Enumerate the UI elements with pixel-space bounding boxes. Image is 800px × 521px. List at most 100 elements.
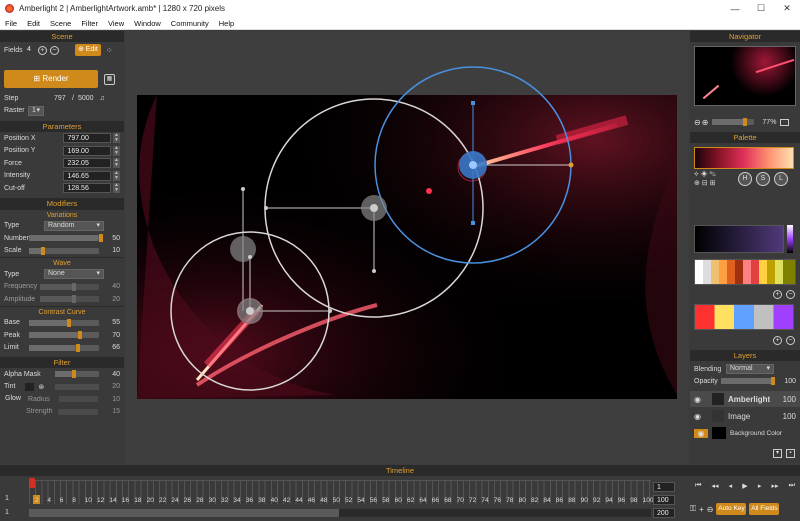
last-frame-icon[interactable]: ⏭ [789, 482, 795, 490]
hue-button[interactable]: H [738, 171, 752, 186]
tint-color-icon[interactable] [24, 382, 35, 391]
radius-slider[interactable] [59, 396, 99, 403]
delete-layer-icon[interactable]: ▪ [786, 449, 795, 458]
timeline-tick-label: 78 [506, 497, 514, 504]
add-layer-icon[interactable]: ▾ [773, 449, 782, 458]
add-key-icon[interactable]: + [699, 505, 704, 514]
spin-icon[interactable]: ▲ ▼ [113, 133, 120, 144]
zoom-out-icon[interactable]: ⊖ [694, 118, 701, 127]
navigator-thumbnail[interactable] [694, 46, 796, 106]
wave-type-dropdown[interactable]: None ▾ [44, 269, 104, 280]
spin-icon[interactable]: ▲ ▼ [113, 183, 120, 194]
eye-icon[interactable]: ◉ [694, 395, 708, 404]
zoom-in-icon[interactable]: ⊕ [702, 118, 709, 127]
minimize-button[interactable]: — [722, 4, 748, 14]
next-frame-icon[interactable]: ▸ [758, 482, 762, 490]
timeline-tick-label: 28 [196, 497, 204, 504]
all-fields-button[interactable]: All Fields [749, 503, 780, 515]
field-handle[interactable] [230, 236, 256, 262]
prev-key-icon[interactable]: ◂◂ [712, 482, 719, 490]
param-value[interactable]: 797.00 [63, 133, 112, 144]
grid-icon[interactable]: ▦ [104, 73, 115, 85]
prev-frame-icon[interactable]: ◂ [729, 482, 733, 490]
gradient-bar[interactable] [694, 146, 794, 169]
auto-key-button[interactable]: Auto Key [716, 503, 747, 515]
menu-window[interactable]: Window [129, 19, 166, 28]
base-slider[interactable] [28, 318, 99, 327]
param-value[interactable]: 146.65 [63, 170, 112, 181]
nodes-icon[interactable]: ⁘ [106, 46, 113, 55]
edit-label: Edit [85, 46, 98, 53]
layer-row[interactable]: ◉ Amberlight 100 [690, 391, 800, 407]
menu-help[interactable]: Help [214, 19, 239, 28]
scale-slider[interactable] [28, 246, 99, 255]
first-frame-icon[interactable]: ⏮ [695, 482, 701, 490]
headphones-icon[interactable]: ♫ [100, 95, 105, 102]
param-value[interactable]: 232.05 [63, 158, 112, 169]
gradient-presets[interactable] [694, 304, 794, 330]
amplitude-label: Amplitude [4, 295, 36, 303]
render-button[interactable]: ⊞ Render [4, 70, 98, 88]
palette-tools-icon[interactable]: ⟡ ◈ ✎ ⊕ ⊟ ⊞ [694, 171, 736, 187]
field-handles-overlay[interactable] [126, 31, 688, 463]
blending-dropdown[interactable]: Normal ▾ [726, 364, 774, 375]
frame-field[interactable]: 1 [653, 482, 675, 492]
edit-button[interactable]: ⊕ Edit [74, 44, 101, 56]
tint-slider[interactable] [55, 383, 99, 390]
tint-label: Tint [4, 383, 16, 391]
menu-community[interactable]: Community [166, 19, 214, 28]
minus-icon[interactable]: − [786, 290, 795, 299]
peak-slider[interactable] [28, 331, 99, 340]
fit-icon[interactable] [780, 118, 790, 126]
scroll-thumb[interactable] [29, 509, 339, 517]
variation-type-dropdown[interactable]: Random ▾ [44, 220, 104, 231]
timeline-tick-label: 14 [109, 497, 117, 504]
spin-icon[interactable]: ▲ ▼ [113, 158, 120, 169]
menu-edit[interactable]: Edit [22, 19, 45, 28]
maximize-button[interactable]: ☐ [748, 3, 774, 14]
param-value[interactable]: 128.56 [63, 183, 112, 194]
plus-icon[interactable]: + [773, 290, 782, 299]
total-field[interactable]: 200 [653, 508, 675, 518]
strength-slider[interactable] [58, 408, 98, 415]
menu-filter[interactable]: Filter [76, 19, 103, 28]
spin-icon[interactable]: ▲ ▼ [113, 170, 120, 181]
param-value[interactable]: 169.00 [63, 145, 112, 156]
plus-icon[interactable]: + [37, 45, 47, 55]
fields-value[interactable]: 4 [24, 45, 34, 55]
plus-icon[interactable]: + [773, 336, 782, 345]
hue-strip[interactable] [787, 225, 793, 253]
swatch-grid[interactable] [694, 259, 796, 285]
alpha-mask-slider[interactable] [55, 370, 99, 379]
next-key-icon[interactable]: ▸▸ [771, 482, 778, 490]
play-icon[interactable]: ▶ [742, 482, 747, 490]
layer-row[interactable]: ◉ Background Color [690, 425, 800, 441]
amplitude-slider[interactable] [40, 295, 99, 304]
limit-slider[interactable] [28, 343, 99, 352]
spin-icon[interactable]: ▲ ▼ [113, 145, 120, 156]
color-picker-square[interactable] [694, 225, 784, 253]
frequency-slider[interactable] [40, 282, 99, 291]
minus-icon[interactable]: − [786, 336, 795, 345]
picker-icon[interactable]: ⊛ [38, 383, 55, 391]
timeline-tick-label: 54 [357, 497, 365, 504]
lightness-button[interactable]: L [774, 171, 788, 186]
opacity-slider[interactable] [721, 377, 776, 386]
number-slider[interactable] [28, 234, 104, 243]
key-icon[interactable]: ⚿ [690, 504, 696, 514]
remove-key-icon[interactable]: ⊖ [707, 505, 714, 514]
zoom-slider[interactable] [712, 118, 755, 127]
eye-icon[interactable]: ◉ [694, 428, 708, 438]
menu-scene[interactable]: Scene [45, 19, 76, 28]
glow-toggle[interactable]: Glow [4, 395, 22, 404]
menu-file[interactable]: File [0, 19, 22, 28]
end-field[interactable]: 100 [653, 495, 675, 505]
close-button[interactable]: ✕ [774, 3, 800, 14]
eye-icon[interactable]: ◉ [694, 412, 708, 421]
timeline-scrollbar[interactable] [29, 509, 651, 517]
menu-view[interactable]: View [103, 19, 129, 28]
minus-icon[interactable]: − [49, 45, 59, 55]
raster-dropdown[interactable]: 1 ▾ [28, 105, 44, 116]
saturation-button[interactable]: S [756, 171, 770, 186]
layer-row[interactable]: ◉ Image 100 [690, 408, 800, 424]
